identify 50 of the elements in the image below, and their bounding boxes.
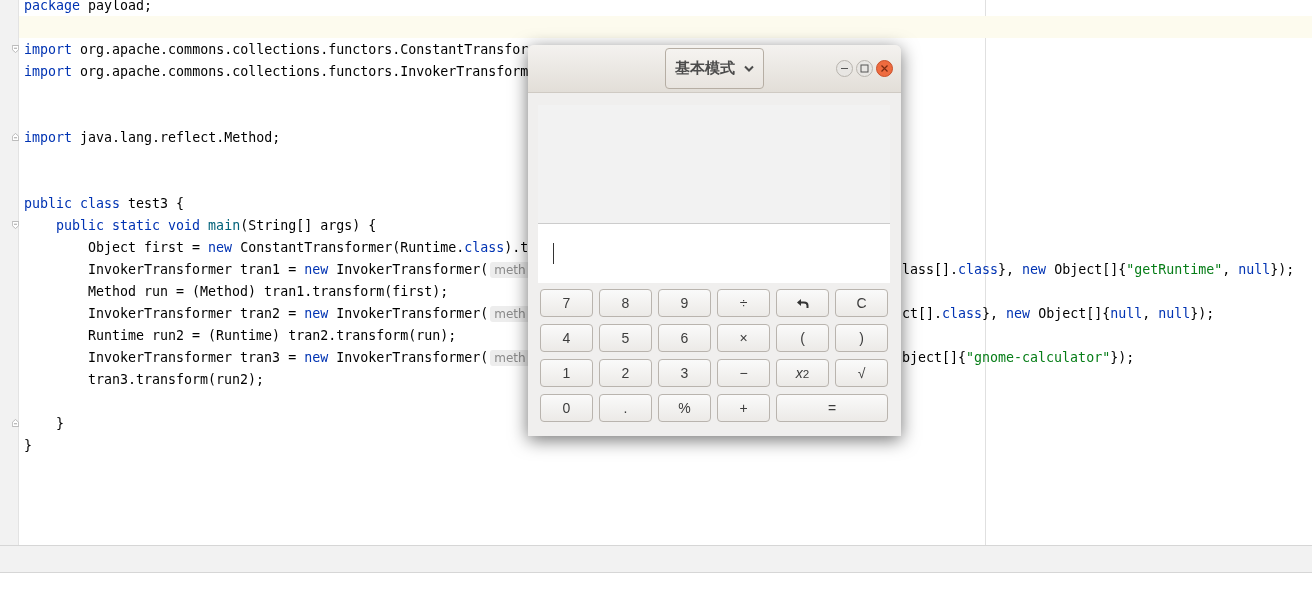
operator-button[interactable]: C <box>835 289 888 317</box>
operator-button[interactable]: ÷ <box>717 289 770 317</box>
digit-button[interactable]: 7 <box>540 289 593 317</box>
code-line: Object first = new ConstantTransformer(Runtime.class).t <box>88 239 529 255</box>
code-line: lass[].class}, new Object[]{"getRuntime", null}); <box>902 261 1295 277</box>
operator-button[interactable]: × <box>717 324 770 352</box>
operator-button[interactable]: − <box>717 359 770 387</box>
code-line: InvokerTransformer tran1 = new InvokerTransformer( meth <box>88 261 530 277</box>
operator-button[interactable]: ( <box>776 324 829 352</box>
code-line: tran3.transform(run2); <box>88 371 265 387</box>
operator-button[interactable]: + <box>717 394 770 422</box>
input-field[interactable] <box>538 223 890 283</box>
close-icon[interactable] <box>876 60 893 77</box>
digit-button[interactable]: 2 <box>599 359 652 387</box>
digit-button[interactable]: 8 <box>599 289 652 317</box>
digit-button[interactable]: 6 <box>658 324 711 352</box>
code-line: package payload; <box>24 0 153 13</box>
chevron-down-icon <box>744 65 754 72</box>
code-line: public class test3 { <box>24 195 185 211</box>
operator-button[interactable]: √ <box>835 359 888 387</box>
code-line: public static void main(String[] args) { <box>56 217 377 233</box>
digit-button[interactable]: 3 <box>658 359 711 387</box>
fold-marker-icon[interactable] <box>12 132 19 142</box>
code-line: bject[]{"gnome-calculator"}); <box>902 349 1135 365</box>
code-line: Method run = (Method) tran1.transform(first); <box>88 283 449 299</box>
code-line: import java.lang.reflect.Method; <box>24 129 281 145</box>
digit-button[interactable]: 4 <box>540 324 593 352</box>
code-line: } <box>56 415 64 431</box>
code-line: ct[].class}, new Object[]{null, null}); <box>902 305 1215 321</box>
operator-button[interactable]: ) <box>835 324 888 352</box>
digit-button[interactable]: 0 <box>540 394 593 422</box>
operator-button[interactable]: . <box>599 394 652 422</box>
operator-button[interactable]: % <box>658 394 711 422</box>
code-line: InvokerTransformer tran2 = new InvokerTransformer( meth <box>88 305 530 321</box>
undo-icon <box>796 297 809 309</box>
minimize-icon[interactable] <box>836 60 853 77</box>
digit-button[interactable]: 5 <box>599 324 652 352</box>
fold-marker-icon[interactable] <box>12 220 19 230</box>
code-line: } <box>24 437 32 453</box>
digit-button[interactable]: 1 <box>540 359 593 387</box>
digit-button[interactable]: 9 <box>658 289 711 317</box>
fold-marker-icon[interactable] <box>12 418 19 428</box>
equals-button[interactable]: = <box>776 394 888 422</box>
undo-button[interactable] <box>776 289 829 317</box>
code-line: InvokerTransformer tran3 = new InvokerTransformer( meth <box>88 349 530 365</box>
code-line: import org.apache.commons.collections.functors.InvokerTransform <box>24 63 529 79</box>
mode-dropdown[interactable]: 基本模式 <box>665 48 764 89</box>
fold-marker-icon[interactable] <box>12 44 19 54</box>
code-line: import org.apache.commons.collections.functors.ConstantTransfor <box>24 41 529 57</box>
code-line: Runtime run2 = (Runtime) tran2.transform(run); <box>88 327 457 343</box>
